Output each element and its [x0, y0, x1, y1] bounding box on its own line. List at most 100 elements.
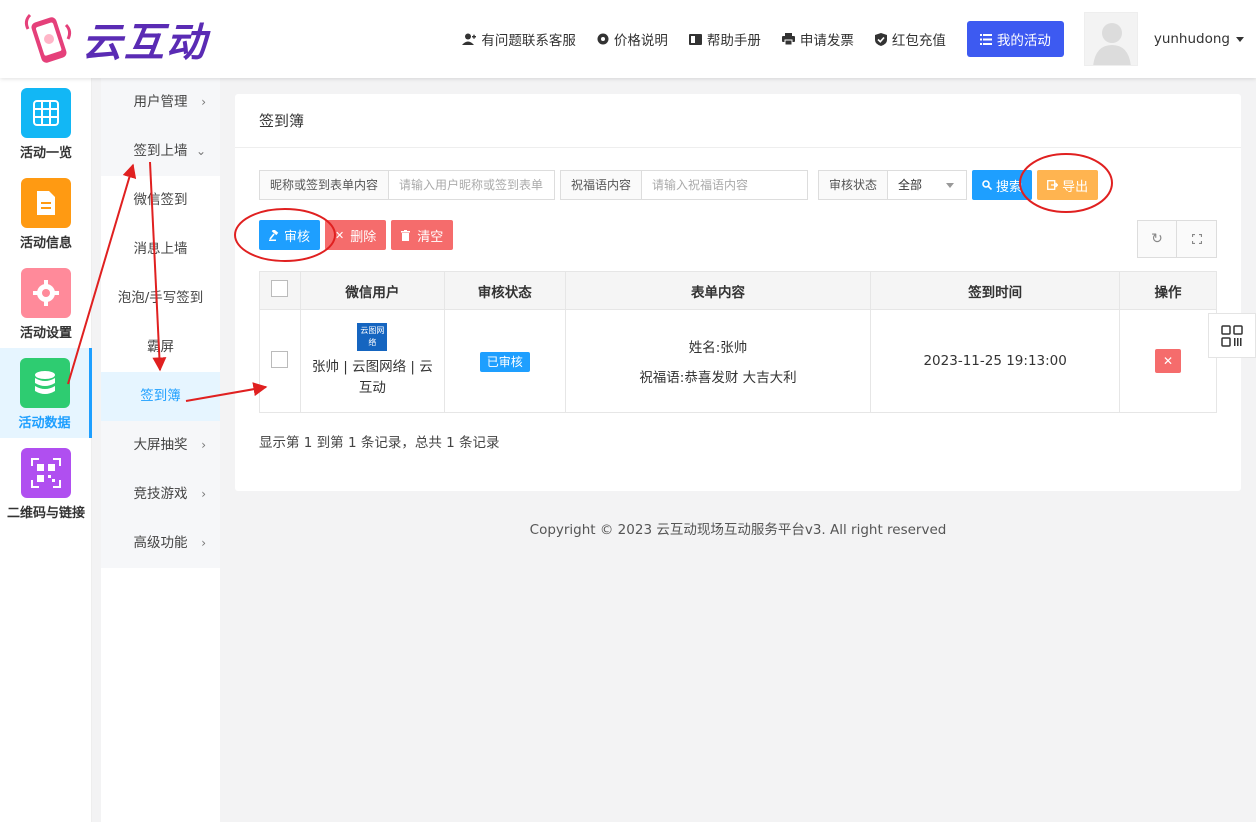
- recharge-label: 红包充值: [891, 33, 946, 49]
- pagination-info: 显示第 1 到第 1 条记录，总共 1 条记录: [259, 435, 500, 451]
- submenu-item-user-mgmt[interactable]: 用户管理 ›: [101, 78, 220, 127]
- table-row: 云图网络 张帅 | 云图网络 | 云互动 已审核 姓名:张帅 祝福语:恭喜发财 …: [259, 309, 1217, 413]
- grid-icon: [21, 88, 71, 138]
- sidebar-label: 活动一览: [19, 146, 72, 161]
- export-button[interactable]: 导出: [1037, 170, 1099, 200]
- document-icon: [21, 178, 71, 228]
- submenu-item-games[interactable]: 竞技游戏 ›: [101, 470, 220, 519]
- nick-search-input[interactable]: 请输入用户昵称或签到表单: [389, 171, 554, 199]
- avatar-text: 云图网络: [360, 326, 385, 347]
- submenu-label: 签到上墙: [133, 143, 188, 159]
- support-label: 有问题联系客服: [481, 33, 576, 49]
- pricing-link[interactable]: 价格说明: [597, 29, 668, 49]
- delete-label: 删除: [350, 229, 377, 245]
- refresh-button[interactable]: ↻: [1137, 220, 1177, 258]
- submenu-label: 竞技游戏: [133, 486, 188, 502]
- user-avatar: 云图网络: [357, 323, 388, 351]
- nick-search-group: 昵称或签到表单内容 请输入用户昵称或签到表单: [259, 170, 556, 200]
- submenu-item-lottery[interactable]: 大屏抽奖 ›: [101, 421, 220, 470]
- sidebar-item-info[interactable]: 活动信息: [0, 168, 92, 258]
- submenu-item-bapin[interactable]: 霸屏: [101, 323, 220, 372]
- submenu-label: 消息上墙: [133, 241, 188, 257]
- search-label: 搜索: [996, 179, 1023, 195]
- submenu-item-signin-wall[interactable]: 签到上墙 ⌄: [101, 127, 220, 176]
- sidebar-item-overview[interactable]: 活动一览: [0, 78, 92, 168]
- toolbar: 审核 ✕ 删除 清空: [259, 220, 458, 250]
- search-bar: 昵称或签到表单内容 请输入用户昵称或签到表单 祝福语内容 请输入祝福语内容 审核…: [259, 170, 1099, 200]
- sidebar-item-data[interactable]: 活动数据: [0, 348, 92, 438]
- submenu-label: 大屏抽奖: [133, 437, 188, 453]
- sidebar-item-settings[interactable]: 活动设置: [0, 258, 92, 348]
- fullscreen-button[interactable]: [1177, 220, 1217, 258]
- select-all-cell: [259, 271, 301, 310]
- form-cell: 姓名:张帅 祝福语:恭喜发财 大吉大利: [564, 309, 872, 413]
- delete-button[interactable]: ✕ 删除: [325, 220, 387, 250]
- sidebar-label: 活动信息: [19, 236, 72, 251]
- chevron-right-icon: ›: [201, 95, 206, 109]
- support-link[interactable]: 有问题联系客服: [462, 29, 576, 49]
- status-badge: 已审核: [479, 351, 530, 372]
- sidebar-item-qrcode[interactable]: 二维码与链接: [0, 438, 92, 528]
- submenu-label: 用户管理: [133, 94, 188, 110]
- chevron-right-icon: ›: [201, 536, 206, 550]
- pricing-label: 价格说明: [613, 33, 668, 49]
- chevron-down-icon: ⌄: [195, 144, 206, 158]
- my-activity-label: 我的活动: [996, 33, 1051, 49]
- table-tools: ↻: [1137, 220, 1217, 258]
- status-filter-select[interactable]: 全部: [888, 171, 966, 199]
- brand-name: 云互动: [82, 20, 208, 66]
- user-avatar-icon: [1093, 23, 1131, 65]
- book-icon: [688, 33, 702, 45]
- sidebar-label: 活动数据: [18, 416, 71, 431]
- caret-down-icon: [1236, 36, 1244, 42]
- select-all-checkbox[interactable]: [271, 280, 289, 297]
- floating-qrcode-button[interactable]: [1208, 313, 1256, 358]
- list-icon: [979, 33, 992, 45]
- nick-search-label: 昵称或签到表单内容: [260, 171, 390, 199]
- wish-search-input[interactable]: 请输入祝福语内容: [642, 171, 807, 199]
- invoice-link[interactable]: 申请发票: [781, 29, 854, 49]
- submenu-item-signin-book[interactable]: 签到簿: [101, 372, 220, 421]
- col-header: 签到时间: [870, 271, 1121, 310]
- trash-icon: [401, 229, 411, 241]
- col-header: 表单内容: [564, 271, 872, 310]
- time-cell: 2023-11-25 19:13:00: [870, 309, 1121, 413]
- my-activity-button[interactable]: 我的活动: [966, 21, 1064, 57]
- submenu-item-message-wall[interactable]: 消息上墙: [101, 225, 220, 274]
- fullscreen-icon: [1191, 234, 1202, 244]
- export-label: 导出: [1062, 179, 1089, 195]
- submenu-item-bubble-signin[interactable]: 泡泡/手写签到: [101, 274, 220, 323]
- submenu-label: 微信签到: [133, 192, 188, 208]
- avatar[interactable]: [1083, 12, 1138, 66]
- form-name: 姓名:张帅: [688, 340, 748, 356]
- main-sidebar: 活动一览 活动信息 活动设置 活动数据 二维码与链接: [0, 78, 92, 822]
- close-icon: ✕: [1162, 354, 1174, 368]
- submenu-label: 霸屏: [147, 339, 174, 355]
- wish-search-group: 祝福语内容 请输入祝福语内容: [560, 170, 809, 200]
- submenu: 用户管理 › 签到上墙 ⌄ 微信签到 消息上墙 泡泡/手写签到 霸屏 签到簿 大屏抽…: [101, 78, 220, 568]
- user-menu[interactable]: yunhudong: [1154, 31, 1244, 47]
- col-header: 操作: [1119, 271, 1217, 310]
- clear-button[interactable]: 清空: [391, 220, 454, 250]
- search-button[interactable]: 搜索: [972, 170, 1033, 200]
- submenu-label: 泡泡/手写签到: [117, 290, 204, 306]
- row-delete-button[interactable]: ✕: [1155, 349, 1182, 373]
- status-filter-label: 审核状态: [819, 171, 889, 199]
- footer-copyright: Copyright © 2023 云互动现场互动服务平台v3. All righ…: [529, 522, 947, 538]
- wechat-user-cell: 云图网络 张帅 | 云图网络 | 云互动: [299, 309, 445, 413]
- recharge-link[interactable]: 红包充值: [874, 29, 946, 49]
- row-checkbox[interactable]: [271, 350, 289, 368]
- user-name: 张帅 | 云图网络 | 云互动: [312, 359, 433, 396]
- search-icon: [982, 180, 993, 190]
- form-wish: 祝福语:恭喜发财 大吉大利: [639, 370, 797, 386]
- logo[interactable]: 云互动: [22, 10, 208, 68]
- submenu-item-advanced[interactable]: 高级功能 ›: [101, 519, 220, 568]
- sidebar-label: 活动设置: [19, 326, 72, 341]
- help-link[interactable]: 帮助手册: [688, 29, 761, 49]
- chevron-right-icon: ›: [201, 487, 206, 501]
- invoice-label: 申请发票: [799, 33, 854, 49]
- submenu-item-wechat-signin[interactable]: 微信签到: [101, 176, 220, 225]
- clear-label: 清空: [417, 229, 444, 245]
- approve-button[interactable]: 审核: [259, 220, 321, 250]
- action-cell: ✕: [1119, 309, 1217, 413]
